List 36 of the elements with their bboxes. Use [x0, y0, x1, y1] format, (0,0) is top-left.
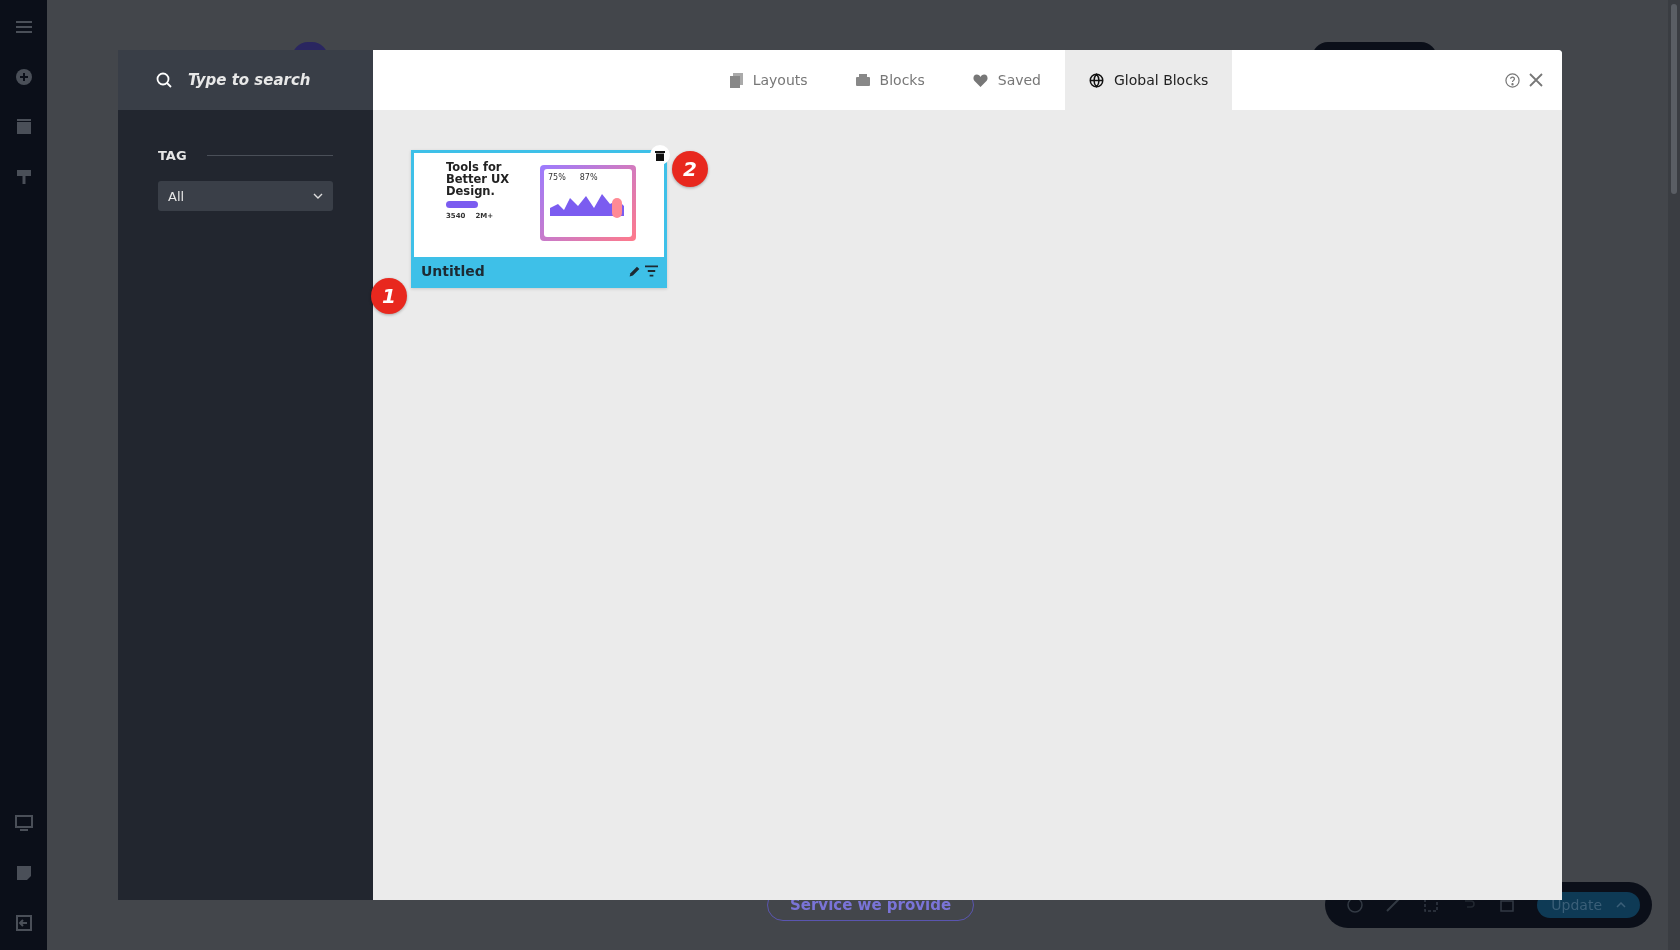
search-icon — [156, 72, 172, 88]
heart-icon — [972, 73, 988, 87]
chevron-icon — [313, 193, 323, 199]
box-icon[interactable] — [14, 118, 33, 136]
pages-icon — [729, 72, 743, 88]
tab[interactable]: Layouts — [705, 50, 832, 110]
preview-metric: 75% — [548, 173, 566, 182]
filter-icon[interactable] — [645, 265, 658, 277]
globe-icon — [1089, 72, 1104, 88]
frame-icon[interactable] — [1423, 897, 1440, 913]
box-icon — [855, 74, 870, 86]
export-icon[interactable] — [1499, 897, 1516, 913]
add-icon[interactable] — [14, 68, 33, 86]
monitor-icon[interactable] — [14, 814, 33, 832]
preview-heading: Tools for Better UX Design. — [446, 161, 511, 198]
tab[interactable]: Blocks — [831, 50, 949, 110]
preview-metric: 87% — [579, 173, 598, 182]
paint-roller-icon[interactable] — [14, 168, 33, 186]
filter-label: TAG — [158, 148, 187, 163]
help-icon[interactable] — [1347, 897, 1364, 913]
close-icon[interactable] — [1528, 72, 1544, 88]
annotation-marker: 1 — [371, 278, 407, 314]
menu-icon[interactable] — [14, 18, 33, 36]
tag-dropdown[interactable]: All — [158, 181, 333, 211]
preview-button — [446, 201, 478, 209]
block-title: Untitled — [421, 263, 485, 279]
pencil-icon[interactable] — [628, 264, 641, 278]
tab[interactable]: Global Blocks — [1065, 50, 1233, 110]
caret-icon — [1616, 902, 1626, 908]
tab[interactable]: Saved — [948, 50, 1065, 110]
exit-icon[interactable] — [14, 914, 33, 932]
note-icon[interactable] — [14, 864, 33, 882]
trash-icon — [655, 149, 665, 161]
annotation-marker: 2 — [672, 151, 708, 187]
scrollbar[interactable] — [1668, 0, 1680, 950]
slash-icon[interactable] — [1385, 897, 1402, 913]
